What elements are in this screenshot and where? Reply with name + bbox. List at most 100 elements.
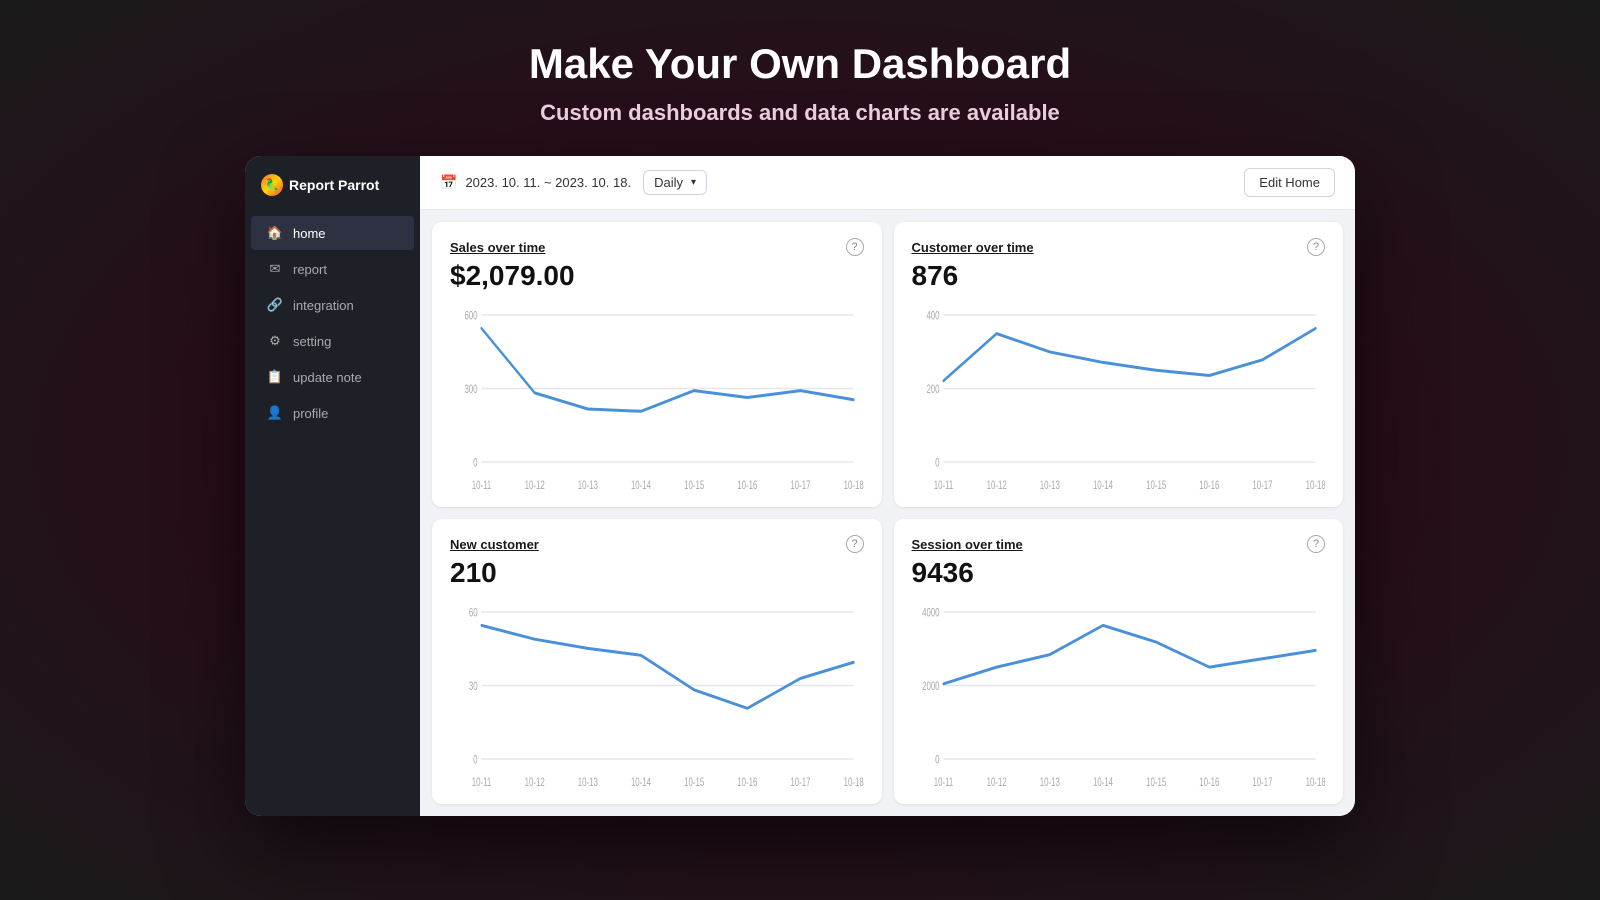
svg-text:10-15: 10-15	[1146, 777, 1166, 790]
main-content: 📅 2023. 10. 11. ~ 2023. 10. 18. Daily ▾ …	[420, 156, 1355, 816]
svg-text:200: 200	[926, 384, 939, 397]
card-header-sales: Sales over time ?	[450, 238, 864, 256]
sidebar-item-report[interactable]: ✉ report	[251, 252, 414, 286]
svg-text:10-18: 10-18	[1305, 777, 1325, 790]
report-icon: ✉	[267, 261, 283, 277]
chevron-down-icon: ▾	[691, 177, 696, 188]
integration-icon: 🔗	[267, 297, 283, 313]
card-title-session[interactable]: Session over time	[912, 537, 1023, 552]
sidebar: 🦜 Report Parrot 🏠 home✉ report🔗 integrat…	[245, 156, 420, 816]
svg-text:10-16: 10-16	[1199, 777, 1219, 790]
sidebar-item-integration[interactable]: 🔗 integration	[251, 288, 414, 322]
svg-text:4000: 4000	[922, 607, 940, 620]
svg-text:10-17: 10-17	[1252, 480, 1272, 493]
brand-name: Report Parrot	[289, 177, 379, 193]
svg-text:60: 60	[469, 607, 478, 620]
svg-text:10-11: 10-11	[933, 777, 953, 790]
svg-text:2000: 2000	[922, 681, 940, 694]
svg-text:10-17: 10-17	[1252, 777, 1272, 790]
chart-card-session: Session over time ? 9436 0 2000 4000 10-11 1…	[894, 519, 1344, 804]
card-title-customer[interactable]: Customer over time	[912, 240, 1034, 255]
svg-text:10-17: 10-17	[790, 480, 810, 493]
date-range-section: 📅 2023. 10. 11. ~ 2023. 10. 18. Daily ▾	[440, 170, 707, 195]
card-value-sales: $2,079.00	[450, 260, 864, 292]
svg-text:10-11: 10-11	[472, 777, 492, 790]
svg-text:10-14: 10-14	[1092, 777, 1112, 790]
svg-text:600: 600	[464, 310, 477, 323]
date-display: 📅 2023. 10. 11. ~ 2023. 10. 18.	[440, 174, 631, 191]
info-icon-new-customer[interactable]: ?	[846, 535, 864, 553]
chart-card-new-customer: New customer ? 210 0306010-1110-1210-131…	[432, 519, 882, 804]
update-note-icon: 📋	[267, 369, 283, 385]
svg-text:10-17: 10-17	[790, 777, 810, 790]
sidebar-label-home: home	[293, 226, 326, 241]
date-range-text: 2023. 10. 11. ~ 2023. 10. 18.	[465, 175, 631, 190]
svg-text:10-11: 10-11	[472, 480, 492, 493]
hero-title: Make Your Own Dashboard	[529, 40, 1071, 88]
card-value-new-customer: 210	[450, 557, 864, 589]
info-icon-sales[interactable]: ?	[846, 238, 864, 256]
card-header-session: Session over time ?	[912, 535, 1326, 553]
period-label: Daily	[654, 175, 683, 190]
sidebar-item-profile[interactable]: 👤 profile	[251, 396, 414, 430]
svg-text:10-13: 10-13	[1039, 777, 1059, 790]
chart-area-customer: 0 200 400 10-11 10-12 10-13 10-14 10-15 10-16 10-…	[912, 300, 1326, 495]
svg-text:10-12: 10-12	[525, 480, 545, 493]
svg-text:10-13: 10-13	[578, 480, 598, 493]
svg-text:0: 0	[935, 457, 940, 470]
svg-text:10-14: 10-14	[631, 777, 651, 790]
svg-text:10-18: 10-18	[1305, 480, 1325, 493]
svg-text:10-12: 10-12	[986, 480, 1006, 493]
svg-text:10-13: 10-13	[1039, 480, 1059, 493]
parrot-icon: 🦜	[261, 174, 283, 196]
sidebar-label-setting: setting	[293, 334, 331, 349]
app-window: 🦜 Report Parrot 🏠 home✉ report🔗 integrat…	[245, 156, 1355, 816]
chart-area-session: 0 2000 4000 10-11 10-12 10-13 10-14 10-15 10-16 1…	[912, 597, 1326, 792]
svg-text:400: 400	[926, 310, 939, 323]
card-title-sales[interactable]: Sales over time	[450, 240, 545, 255]
svg-text:10-14: 10-14	[1092, 480, 1112, 493]
svg-text:10-12: 10-12	[525, 777, 545, 790]
period-selector[interactable]: Daily ▾	[643, 170, 707, 195]
svg-text:0: 0	[935, 754, 940, 767]
chart-card-sales: Sales over time ? $2,079.00 0 300 600 10-11…	[432, 222, 882, 507]
svg-text:10-14: 10-14	[631, 480, 651, 493]
svg-text:10-13: 10-13	[578, 777, 598, 790]
sidebar-item-update-note[interactable]: 📋 update note	[251, 360, 414, 394]
edit-home-button[interactable]: Edit Home	[1244, 168, 1335, 197]
sidebar-label-integration: integration	[293, 298, 354, 313]
sidebar-navigation: 🏠 home✉ report🔗 integration⚙ setting📋 up…	[245, 216, 420, 430]
svg-text:0: 0	[473, 457, 478, 470]
hero-subtitle: Custom dashboards and data charts are av…	[529, 100, 1071, 126]
sidebar-label-update-note: update note	[293, 370, 362, 385]
chart-card-customer: Customer over time ? 876 020040010-1110-…	[894, 222, 1344, 507]
card-header-customer: Customer over time ?	[912, 238, 1326, 256]
sidebar-item-setting[interactable]: ⚙ setting	[251, 324, 414, 358]
sidebar-label-report: report	[293, 262, 327, 277]
hero-section: Make Your Own Dashboard Custom dashboard…	[529, 0, 1071, 156]
svg-text:10-15: 10-15	[684, 480, 704, 493]
profile-icon: 👤	[267, 405, 283, 421]
svg-text:10-16: 10-16	[1199, 480, 1219, 493]
svg-text:10-16: 10-16	[737, 480, 757, 493]
svg-text:10-12: 10-12	[986, 777, 1006, 790]
svg-text:10-15: 10-15	[684, 777, 704, 790]
sidebar-item-home[interactable]: 🏠 home	[251, 216, 414, 250]
chart-area-sales: 0 300 600 10-11 10-12 10-13 10-14 10-15 10-16 10-…	[450, 300, 864, 495]
setting-icon: ⚙	[267, 333, 283, 349]
svg-text:10-15: 10-15	[1146, 480, 1166, 493]
info-icon-customer[interactable]: ?	[1307, 238, 1325, 256]
svg-text:10-11: 10-11	[933, 480, 953, 493]
svg-text:10-16: 10-16	[737, 777, 757, 790]
home-icon: 🏠	[267, 225, 283, 241]
svg-text:300: 300	[464, 384, 477, 397]
card-header-new-customer: New customer ?	[450, 535, 864, 553]
info-icon-session[interactable]: ?	[1307, 535, 1325, 553]
calendar-icon: 📅	[440, 174, 457, 191]
card-title-new-customer[interactable]: New customer	[450, 537, 539, 552]
top-bar: 📅 2023. 10. 11. ~ 2023. 10. 18. Daily ▾ …	[420, 156, 1355, 210]
sidebar-label-profile: profile	[293, 406, 328, 421]
dashboard-grid: Sales over time ? $2,079.00 030060010-11…	[420, 210, 1355, 816]
card-value-session: 9436	[912, 557, 1326, 589]
svg-text:10-18: 10-18	[844, 480, 864, 493]
